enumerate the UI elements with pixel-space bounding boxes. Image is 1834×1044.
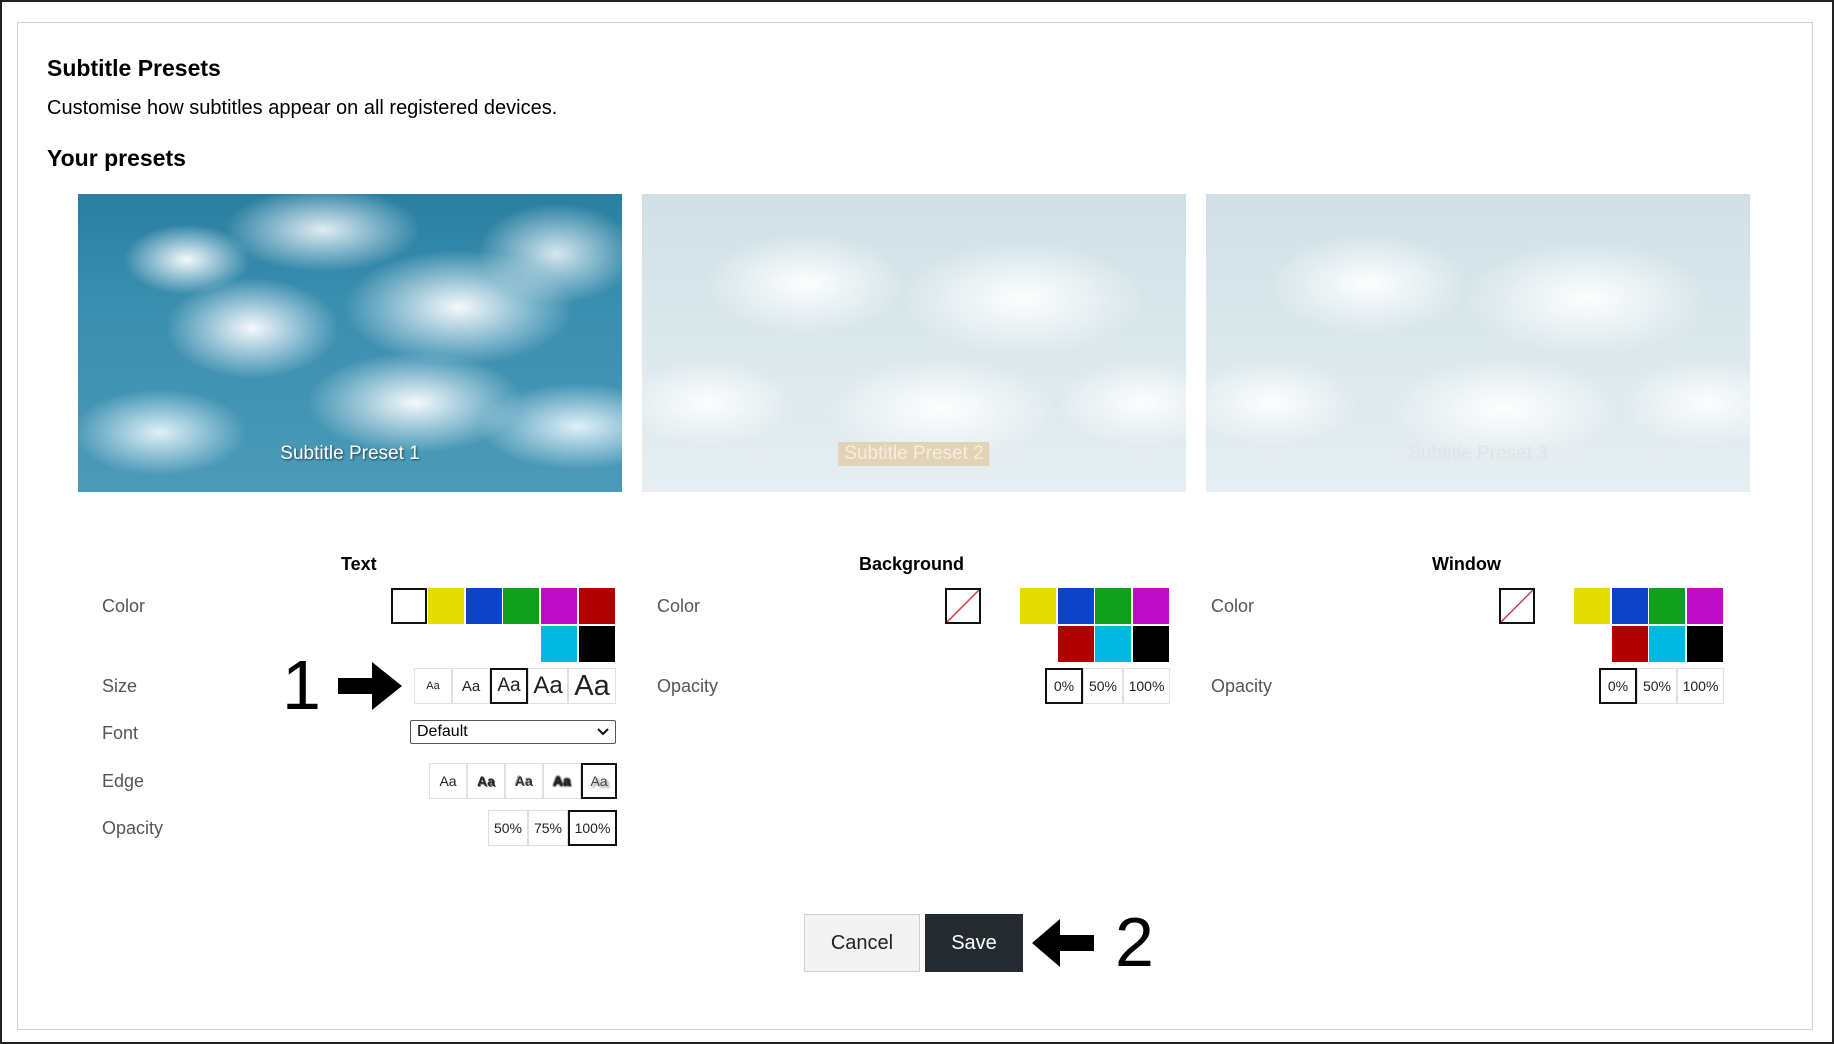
window-color-swatch-yellow[interactable] bbox=[1574, 588, 1610, 624]
font-select[interactable]: Default bbox=[410, 720, 616, 744]
window-color-swatch-black[interactable] bbox=[1687, 626, 1723, 662]
background-opacity-label: Opacity bbox=[657, 676, 719, 696]
text-color-swatch-yellow[interactable] bbox=[428, 588, 464, 624]
background-color-swatch-red[interactable] bbox=[1058, 626, 1094, 662]
window-color-swatch-magenta[interactable] bbox=[1687, 588, 1723, 624]
window-opacity-label: Opacity bbox=[1211, 676, 1273, 696]
window-color-swatch-cyan[interactable] bbox=[1649, 626, 1685, 662]
window-opacity-0[interactable]: 0% bbox=[1599, 668, 1637, 704]
slash-icon bbox=[1501, 590, 1533, 622]
preset-preview-2[interactable]: Subtitle Preset 2 bbox=[642, 194, 1186, 492]
annotation-number-1: 1 bbox=[282, 646, 321, 724]
text-font-label: Font bbox=[102, 723, 139, 743]
text-color-swatch-magenta[interactable] bbox=[541, 588, 577, 624]
text-edge-label: Edge bbox=[102, 771, 145, 791]
text-opacity-50[interactable]: 50% bbox=[488, 810, 528, 846]
cancel-button[interactable]: Cancel bbox=[804, 914, 920, 972]
annotation-arrow-right-icon bbox=[336, 660, 404, 717]
text-color-swatch-black[interactable] bbox=[579, 626, 615, 662]
background-color-swatch-cyan[interactable] bbox=[1095, 626, 1131, 662]
window-color-label: Color bbox=[1211, 596, 1255, 616]
background-color-swatch-white[interactable] bbox=[983, 588, 1019, 624]
text-color-swatch-green[interactable] bbox=[503, 588, 539, 624]
text-color-swatch-blue[interactable] bbox=[466, 588, 502, 624]
window-opacity-50[interactable]: 50% bbox=[1637, 668, 1677, 704]
size-option-xlarge[interactable]: Aa bbox=[568, 668, 616, 704]
presets-heading: Your presets bbox=[47, 145, 186, 171]
background-color-swatch-green[interactable] bbox=[1095, 588, 1131, 624]
preset-caption: Subtitle Preset 3 bbox=[1408, 443, 1548, 464]
background-opacity-0[interactable]: 0% bbox=[1045, 668, 1083, 704]
size-option-medium[interactable]: Aa bbox=[490, 668, 528, 704]
background-section-heading: Background bbox=[859, 554, 965, 574]
edge-option-drop-shadow[interactable]: Aa bbox=[581, 763, 617, 799]
page-title: Subtitle Presets bbox=[47, 55, 221, 81]
save-button[interactable]: Save bbox=[925, 914, 1023, 972]
text-opacity-label: Opacity bbox=[102, 818, 164, 838]
background-color-swatch-blue[interactable] bbox=[1058, 588, 1094, 624]
preset-preview-3[interactable]: Subtitle Preset 3 bbox=[1206, 194, 1750, 492]
window-color-swatch-blue[interactable] bbox=[1612, 588, 1648, 624]
edge-option-uniform[interactable]: Aa bbox=[543, 763, 581, 799]
window-color-swatch-green[interactable] bbox=[1649, 588, 1685, 624]
background-opacity-50[interactable]: 50% bbox=[1083, 668, 1123, 704]
size-option-large[interactable]: Aa bbox=[528, 668, 568, 704]
window-color-swatch-white[interactable] bbox=[1537, 588, 1573, 624]
window-color-swatch-red[interactable] bbox=[1612, 626, 1648, 662]
font-select-value: Default bbox=[417, 723, 468, 740]
text-color-swatch-cyan[interactable] bbox=[541, 626, 577, 662]
background-color-swatch-yellow[interactable] bbox=[1020, 588, 1056, 624]
text-section-heading: Text bbox=[341, 554, 377, 574]
size-option-small[interactable]: Aa bbox=[452, 668, 490, 704]
background-opacity-100[interactable]: 100% bbox=[1123, 668, 1170, 704]
text-size-label: Size bbox=[102, 676, 138, 696]
preset-preview-1[interactable]: Subtitle Preset 1 bbox=[78, 194, 622, 492]
background-color-swatch-black[interactable] bbox=[1133, 626, 1169, 662]
annotation-arrow-left-icon bbox=[1030, 917, 1096, 974]
chevron-down-icon bbox=[597, 723, 609, 741]
page-description: Customise how subtitles appear on all re… bbox=[47, 97, 558, 119]
annotation-number-2: 2 bbox=[1115, 903, 1154, 981]
window-opacity-100[interactable]: 100% bbox=[1677, 668, 1724, 704]
edge-option-none[interactable]: Aa bbox=[429, 763, 467, 799]
window-section-heading: Window bbox=[1432, 554, 1501, 574]
window-color-swatch-none[interactable] bbox=[1499, 588, 1535, 624]
edge-option-raised[interactable]: Aa bbox=[467, 763, 505, 799]
slash-icon bbox=[947, 590, 979, 622]
preset-caption: Subtitle Preset 1 bbox=[280, 443, 420, 464]
preset-caption: Subtitle Preset 2 bbox=[838, 442, 990, 466]
text-color-swatch-white[interactable] bbox=[391, 588, 427, 624]
background-color-swatch-none[interactable] bbox=[945, 588, 981, 624]
edge-option-depressed[interactable]: Aa bbox=[505, 763, 543, 799]
size-option-xsmall[interactable]: Aa bbox=[414, 668, 452, 704]
settings-panel bbox=[17, 22, 1813, 1030]
text-opacity-100[interactable]: 100% bbox=[568, 810, 617, 846]
text-opacity-75[interactable]: 75% bbox=[528, 810, 568, 846]
text-color-swatch-red[interactable] bbox=[579, 588, 615, 624]
background-color-swatch-magenta[interactable] bbox=[1133, 588, 1169, 624]
text-color-label: Color bbox=[102, 596, 146, 616]
background-color-label: Color bbox=[657, 596, 701, 616]
